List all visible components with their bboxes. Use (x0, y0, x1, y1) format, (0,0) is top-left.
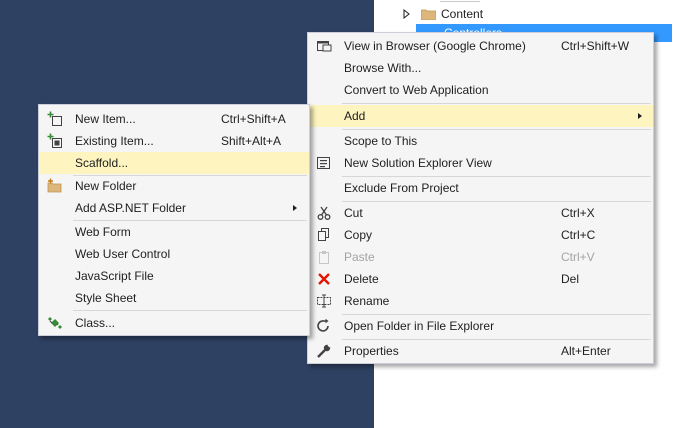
menu-item-class[interactable]: Class... (39, 312, 309, 334)
open-folder-icon (316, 318, 332, 334)
copy-icon (316, 227, 332, 243)
new-solution-explorer-view-icon (316, 155, 332, 171)
menu-item-label: New Folder (75, 179, 137, 193)
menu-item-shortcut: Shift+Alt+A (221, 134, 282, 148)
menu-item-browse-with[interactable]: Browse With... (308, 57, 653, 79)
solution-explorer-context-menu: View in Browser (Google Chrome) Ctrl+Shi… (307, 32, 654, 364)
folder-icon (420, 9, 437, 20)
tree-item-partial (440, 0, 480, 2)
menu-item-shortcut: Ctrl+Shift+W (561, 39, 630, 53)
menu-item-label: Scaffold... (75, 156, 129, 170)
menu-item-label: Scope to This (344, 134, 418, 148)
menu-item-label: Paste (344, 250, 375, 264)
menu-item-shortcut: Ctrl+X (561, 206, 595, 220)
menu-item-existing-item[interactable]: Existing Item... Shift+Alt+A (39, 130, 309, 152)
menu-item-view-in-browser[interactable]: View in Browser (Google Chrome) Ctrl+Shi… (308, 35, 653, 57)
existing-item-icon (47, 133, 63, 149)
menu-item-label: Convert to Web Application (344, 83, 489, 97)
menu-item-label: Open Folder in File Explorer (344, 319, 495, 333)
menu-item-scope-to-this[interactable]: Scope to This (308, 130, 653, 152)
menu-item-label: Copy (344, 228, 373, 242)
menu-item-label: Class... (75, 316, 116, 330)
menu-item-label: JavaScript File (75, 269, 154, 283)
menu-item-label: View in Browser (Google Chrome) (344, 39, 526, 53)
menu-item-properties[interactable]: Properties Alt+Enter (308, 340, 653, 362)
menu-item-add-aspnet-folder[interactable]: Add ASP.NET Folder (39, 197, 309, 219)
menu-item-shortcut: Del (561, 272, 580, 286)
menu-item-javascript-file[interactable]: JavaScript File (39, 265, 309, 287)
wrench-icon (316, 343, 332, 359)
menu-item-web-form[interactable]: Web Form (39, 221, 309, 243)
menu-item-open-folder-in-file-explorer[interactable]: Open Folder in File Explorer (308, 315, 653, 337)
menu-item-shortcut: Ctrl+V (561, 250, 595, 264)
menu-item-label: Add ASP.NET Folder (75, 201, 186, 215)
rename-icon (316, 293, 332, 309)
menu-item-web-user-control[interactable]: Web User Control (39, 243, 309, 265)
menu-item-label: Web User Control (75, 247, 171, 261)
menu-item-new-item[interactable]: New Item... Ctrl+Shift+A (39, 108, 309, 130)
menu-item-copy[interactable]: Copy Ctrl+C (308, 224, 653, 246)
menu-item-shortcut: Alt+Enter (561, 344, 611, 358)
menu-item-new-solution-explorer-view[interactable]: New Solution Explorer View (308, 152, 653, 174)
menu-item-label: Rename (344, 294, 390, 308)
paste-icon (316, 249, 332, 265)
menu-item-label: Existing Item... (75, 134, 154, 148)
menu-item-label: New Item... (75, 112, 136, 126)
menu-item-scaffold[interactable]: Scaffold... (39, 152, 309, 174)
class-icon (47, 315, 63, 331)
menu-item-new-folder[interactable]: New Folder (39, 175, 309, 197)
menu-item-paste[interactable]: Paste Ctrl+V (308, 246, 653, 268)
cut-icon (316, 205, 332, 221)
menu-item-exclude-from-project[interactable]: Exclude From Project (308, 177, 653, 199)
menu-item-label: Style Sheet (75, 291, 137, 305)
submenu-arrow-icon (638, 113, 642, 119)
menu-item-label: Cut (344, 206, 363, 220)
menu-item-label: Properties (344, 344, 399, 358)
menu-item-delete[interactable]: Delete Del (308, 268, 653, 290)
view-in-browser-icon (316, 38, 332, 54)
menu-item-shortcut: Ctrl+Shift+A (221, 112, 286, 126)
tree-item-label: Content (441, 7, 484, 21)
menu-item-label: Web Form (75, 225, 131, 239)
menu-item-label: Delete (344, 272, 379, 286)
menu-separator (342, 103, 651, 104)
menu-item-shortcut: Ctrl+C (561, 228, 596, 242)
add-submenu: New Item... Ctrl+Shift+A Existing Item..… (38, 104, 310, 336)
delete-icon (316, 271, 332, 287)
tree-item-content[interactable]: Content (402, 5, 483, 23)
menu-item-label: New Solution Explorer View (344, 156, 492, 170)
menu-item-label: Browse With... (344, 61, 422, 75)
menu-item-label: Exclude From Project (344, 181, 459, 195)
menu-item-label: Add (344, 109, 366, 123)
menu-item-add[interactable]: Add (308, 105, 653, 127)
menu-item-rename[interactable]: Rename (308, 290, 653, 312)
new-item-icon (47, 111, 63, 127)
menu-item-cut[interactable]: Cut Ctrl+X (308, 202, 653, 224)
menu-separator (73, 310, 307, 311)
menu-item-convert-to-web-application[interactable]: Convert to Web Application (308, 79, 653, 101)
menu-item-style-sheet[interactable]: Style Sheet (39, 287, 309, 309)
expand-arrow-icon[interactable] (402, 9, 412, 19)
new-folder-icon (47, 178, 63, 194)
submenu-arrow-icon (293, 205, 297, 211)
